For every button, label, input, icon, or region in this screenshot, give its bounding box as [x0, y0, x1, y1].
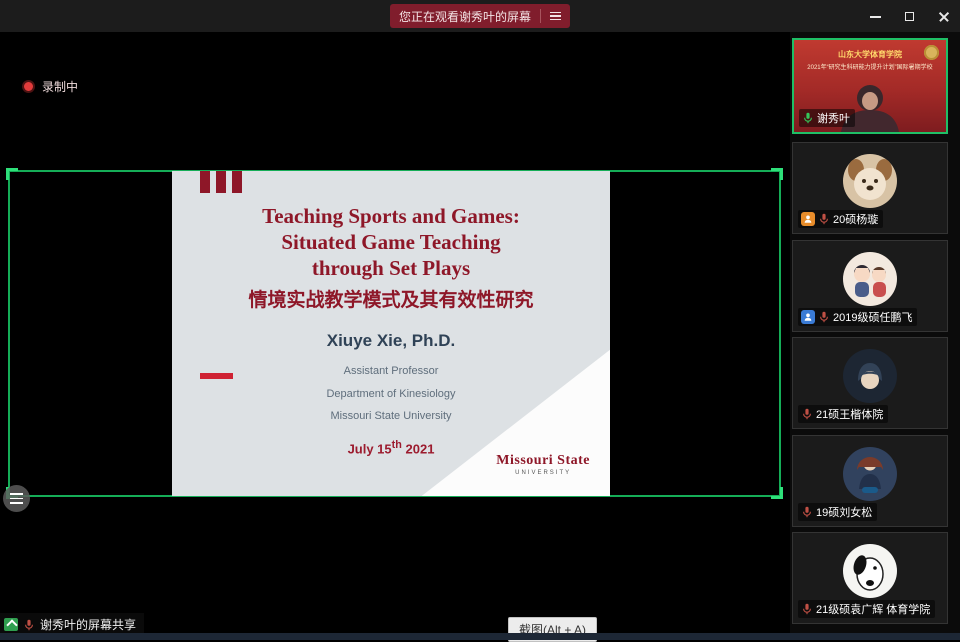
slide-presenter-name: Xiuye Xie, Ph.D. — [172, 331, 610, 351]
mic-muted-icon — [801, 603, 813, 615]
slide-title-line1: Teaching Sports and Games: — [172, 203, 610, 229]
school-emblem-icon — [924, 45, 939, 60]
minimize-button[interactable] — [870, 10, 882, 22]
avatar-puppy — [843, 154, 897, 208]
recording-dot-icon — [24, 82, 33, 91]
presentation-slide: Teaching Sports and Games: Situated Game… — [172, 171, 610, 496]
floating-menu-button[interactable] — [3, 485, 30, 512]
member-badge-icon — [801, 212, 815, 226]
avatar-figure — [843, 447, 897, 501]
slide-presenter-university: Missouri State University — [172, 410, 610, 422]
frame-corner-icon — [771, 487, 783, 499]
viewing-screen-banner[interactable]: 您正在观看谢秀叶的屏幕 — [390, 4, 570, 28]
window-controls — [870, 0, 950, 32]
viewing-screen-label: 您正在观看谢秀叶的屏幕 — [399, 8, 531, 25]
participant-tile-presenter[interactable]: 山东大学体育学院 2021年“研究生科研能力提升计划”国际暑期学校 谢秀叶 — [792, 38, 948, 134]
participant-name: 19硕刘女松 — [816, 504, 872, 520]
avatar-snoopy — [843, 544, 897, 598]
meeting-window: 您正在观看谢秀叶的屏幕 录制中 Teaching Sports and Game… — [0, 0, 960, 640]
slide-subtitle-cn: 情境实战教学模式及其有效性研究 — [172, 285, 610, 312]
mic-on-icon — [802, 112, 814, 124]
taskbar-strip — [0, 633, 960, 640]
mic-muted-icon — [801, 408, 813, 420]
frame-corner-icon — [771, 168, 783, 180]
participant-name: 谢秀叶 — [817, 110, 850, 126]
participant-name: 21硕王楷体院 — [816, 406, 883, 422]
participant-name-chip: 谢秀叶 — [799, 109, 855, 127]
participant-name: 21级硕袁广辉 体育学院 — [816, 601, 930, 617]
participant-name-chip: 2019级硕任鹏飞 — [798, 308, 917, 326]
columns-graphic — [200, 171, 242, 193]
participant-sidebar: 山东大学体育学院 2021年“研究生科研能力提升计划”国际暑期学校 谢秀叶 — [790, 32, 960, 633]
screen-share-icon — [4, 618, 18, 631]
window-titlebar[interactable]: 您正在观看谢秀叶的屏幕 — [0, 0, 960, 32]
participant-name: 2019级硕任鹏飞 — [833, 309, 912, 325]
participant-tile[interactable]: 21级硕袁广辉 体育学院 — [792, 532, 948, 624]
recording-label: 录制中 — [42, 78, 78, 95]
university-logo: Missouri State UNIVERSITY — [496, 453, 590, 476]
member-badge-icon — [801, 310, 815, 324]
participant-tile[interactable]: 19硕刘女松 — [792, 435, 948, 527]
pill-divider — [540, 9, 541, 23]
participant-name-chip: 21硕王楷体院 — [798, 405, 888, 423]
avatar-cartoon-couple — [843, 252, 897, 306]
slide-presenter-department: Department of Kinesiology — [172, 388, 610, 400]
participant-name-chip: 20硕杨璇 — [798, 210, 883, 228]
participant-name-chip: 19硕刘女松 — [798, 503, 877, 521]
slide-title: Teaching Sports and Games: Situated Game… — [172, 203, 610, 281]
slide-title-line3: through Set Plays — [172, 255, 610, 281]
frame-corner-icon — [6, 168, 18, 180]
avatar-anime-character — [843, 349, 897, 403]
participant-tile[interactable]: 20硕杨璇 — [792, 142, 948, 234]
close-button[interactable] — [938, 10, 950, 22]
logo-name: Missouri State — [496, 453, 590, 469]
banner-menu-icon[interactable] — [550, 12, 561, 21]
mic-muted-icon — [801, 506, 813, 518]
video-slide-text-2: 2021年“研究生科研能力提升计划”国际暑期学校 — [799, 62, 942, 71]
slide-title-line2: Situated Game Teaching — [172, 229, 610, 255]
mic-muted-icon — [818, 311, 830, 323]
logo-subtitle: UNIVERSITY — [496, 470, 590, 476]
mic-muted-icon — [818, 213, 830, 225]
video-slide-text-1: 山东大学体育学院 — [802, 49, 939, 60]
maximize-button[interactable] — [904, 10, 916, 22]
participant-tile[interactable]: 2019级硕任鹏飞 — [792, 240, 948, 332]
mic-icon — [23, 619, 35, 631]
recording-indicator: 录制中 — [24, 78, 78, 95]
participant-tile[interactable]: 21硕王楷体院 — [792, 337, 948, 429]
participant-name-chip: 21级硕袁广辉 体育学院 — [798, 600, 935, 618]
screen-share-label: 谢秀叶的屏幕共享 — [40, 616, 136, 633]
slide-presenter-role: Assistant Professor — [172, 365, 610, 377]
participant-name: 20硕杨璇 — [833, 211, 878, 227]
